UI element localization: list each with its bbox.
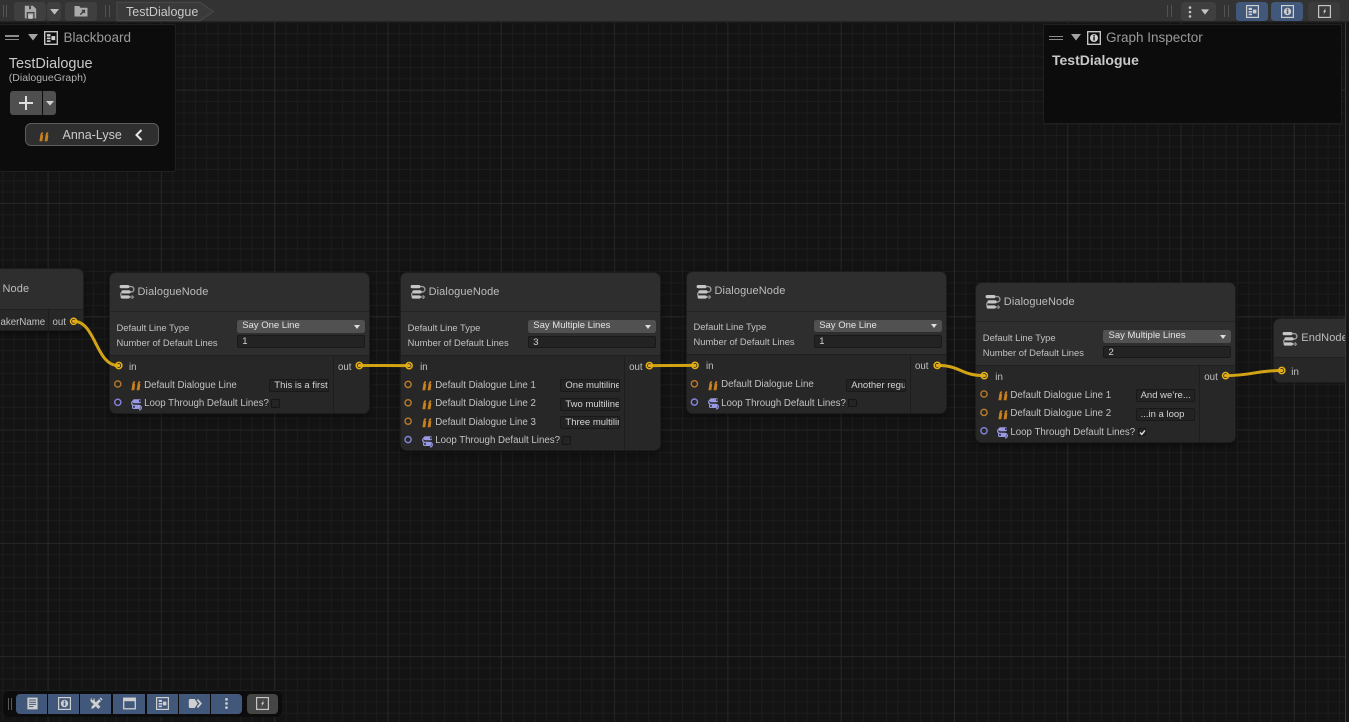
svg-text:TestDialogue: TestDialogue	[126, 5, 198, 19]
